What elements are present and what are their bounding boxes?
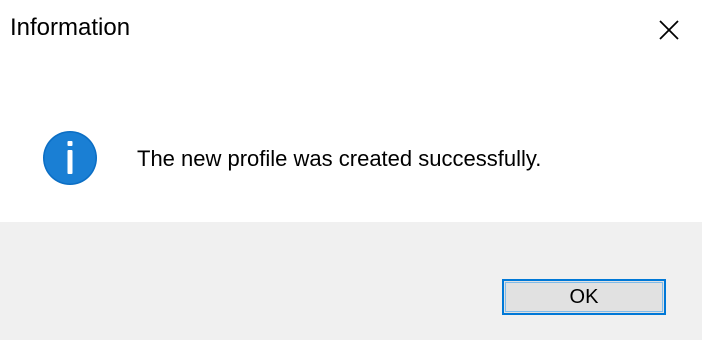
close-icon [659, 20, 679, 40]
info-icon [43, 131, 97, 185]
title-bar: Information [0, 0, 702, 62]
dialog-title: Information [10, 14, 131, 41]
message-text: The new profile was created successfully… [137, 146, 542, 171]
ok-button-label: OK [569, 285, 599, 308]
information-dialog: Information The new profile was created … [0, 0, 702, 340]
message-area: The new profile was created successfully… [0, 62, 702, 222]
close-button[interactable] [648, 10, 690, 50]
ok-button[interactable]: OK [502, 279, 666, 315]
button-bar: OK [0, 222, 702, 340]
